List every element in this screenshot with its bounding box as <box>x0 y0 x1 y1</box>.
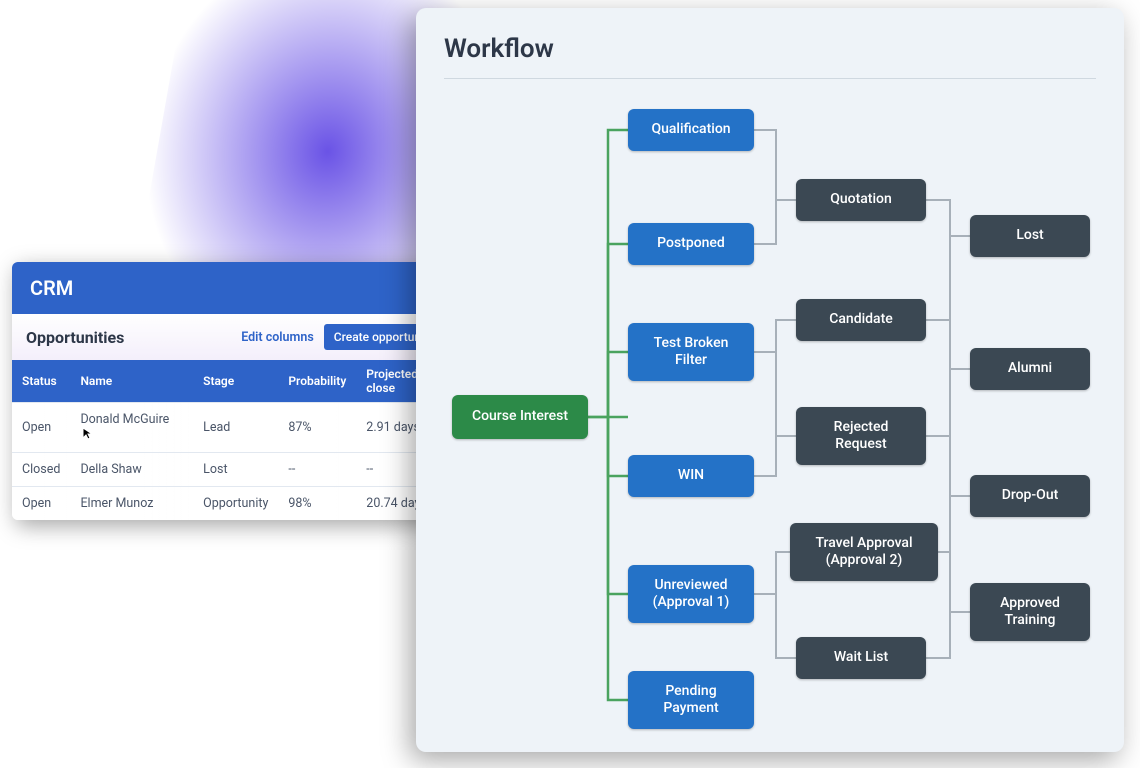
table-row[interactable]: Closed Della Shaw Lost -- -- <box>12 453 458 487</box>
node-qualification[interactable]: Qualification <box>628 109 754 151</box>
opportunities-heading: Opportunities <box>26 328 124 347</box>
node-quotation[interactable]: Quotation <box>796 179 926 221</box>
node-alumni[interactable]: Alumni <box>970 348 1090 390</box>
cell-probability: -- <box>278 453 356 487</box>
node-rejected-request[interactable]: Rejected Request <box>796 407 926 465</box>
node-postponed[interactable]: Postponed <box>628 223 754 265</box>
cursor-icon <box>82 427 94 441</box>
cell-stage: Lost <box>193 453 278 487</box>
cell-probability: 87% <box>278 403 356 453</box>
table-row[interactable]: Open Donald McGuire Lead 87% 2.91 days <box>12 403 458 453</box>
node-pending-payment[interactable]: Pending Payment <box>628 671 754 729</box>
col-probability[interactable]: Probability <box>278 360 356 403</box>
node-candidate[interactable]: Candidate <box>796 299 926 341</box>
node-travel-approval[interactable]: Travel Approval (Approval 2) <box>790 523 938 581</box>
node-test-broken-filter[interactable]: Test Broken Filter <box>628 323 754 381</box>
divider <box>444 78 1096 79</box>
node-drop-out[interactable]: Drop-Out <box>970 475 1090 517</box>
col-name[interactable]: Name <box>70 360 193 403</box>
table-row[interactable]: Open Elmer Munoz Opportunity 98% 20.74 d… <box>12 487 458 521</box>
cell-status: Closed <box>12 453 70 487</box>
cell-stage: Opportunity <box>193 487 278 521</box>
node-wait-list[interactable]: Wait List <box>796 637 926 679</box>
crm-toolbar: Opportunities Edit columns Create opport… <box>12 314 458 360</box>
crm-panel: CRM Opportunities Edit columns Create op… <box>12 262 458 520</box>
workflow-canvas: Course Interest Qualification Postponed … <box>444 85 1096 735</box>
workflow-panel: Workflow <box>416 8 1124 752</box>
node-course-interest[interactable]: Course Interest <box>452 395 588 439</box>
cell-name: Donald McGuire <box>70 403 193 453</box>
cell-status: Open <box>12 487 70 521</box>
edit-columns-link[interactable]: Edit columns <box>241 330 314 345</box>
crm-title: CRM <box>12 262 458 314</box>
cell-status: Open <box>12 403 70 453</box>
cell-probability: 98% <box>278 487 356 521</box>
node-win[interactable]: WIN <box>628 455 754 497</box>
cell-name: Della Shaw <box>70 453 193 487</box>
cell-stage: Lead <box>193 403 278 453</box>
node-approved-training[interactable]: Approved Training <box>970 583 1090 641</box>
node-lost[interactable]: Lost <box>970 215 1090 257</box>
opportunities-table: Status Name Stage Probability Projected … <box>12 360 458 520</box>
workflow-title: Workflow <box>444 34 1096 64</box>
col-stage[interactable]: Stage <box>193 360 278 403</box>
node-unreviewed[interactable]: Unreviewed (Approval 1) <box>628 565 754 623</box>
col-status[interactable]: Status <box>12 360 70 403</box>
cell-name: Elmer Munoz <box>70 487 193 521</box>
